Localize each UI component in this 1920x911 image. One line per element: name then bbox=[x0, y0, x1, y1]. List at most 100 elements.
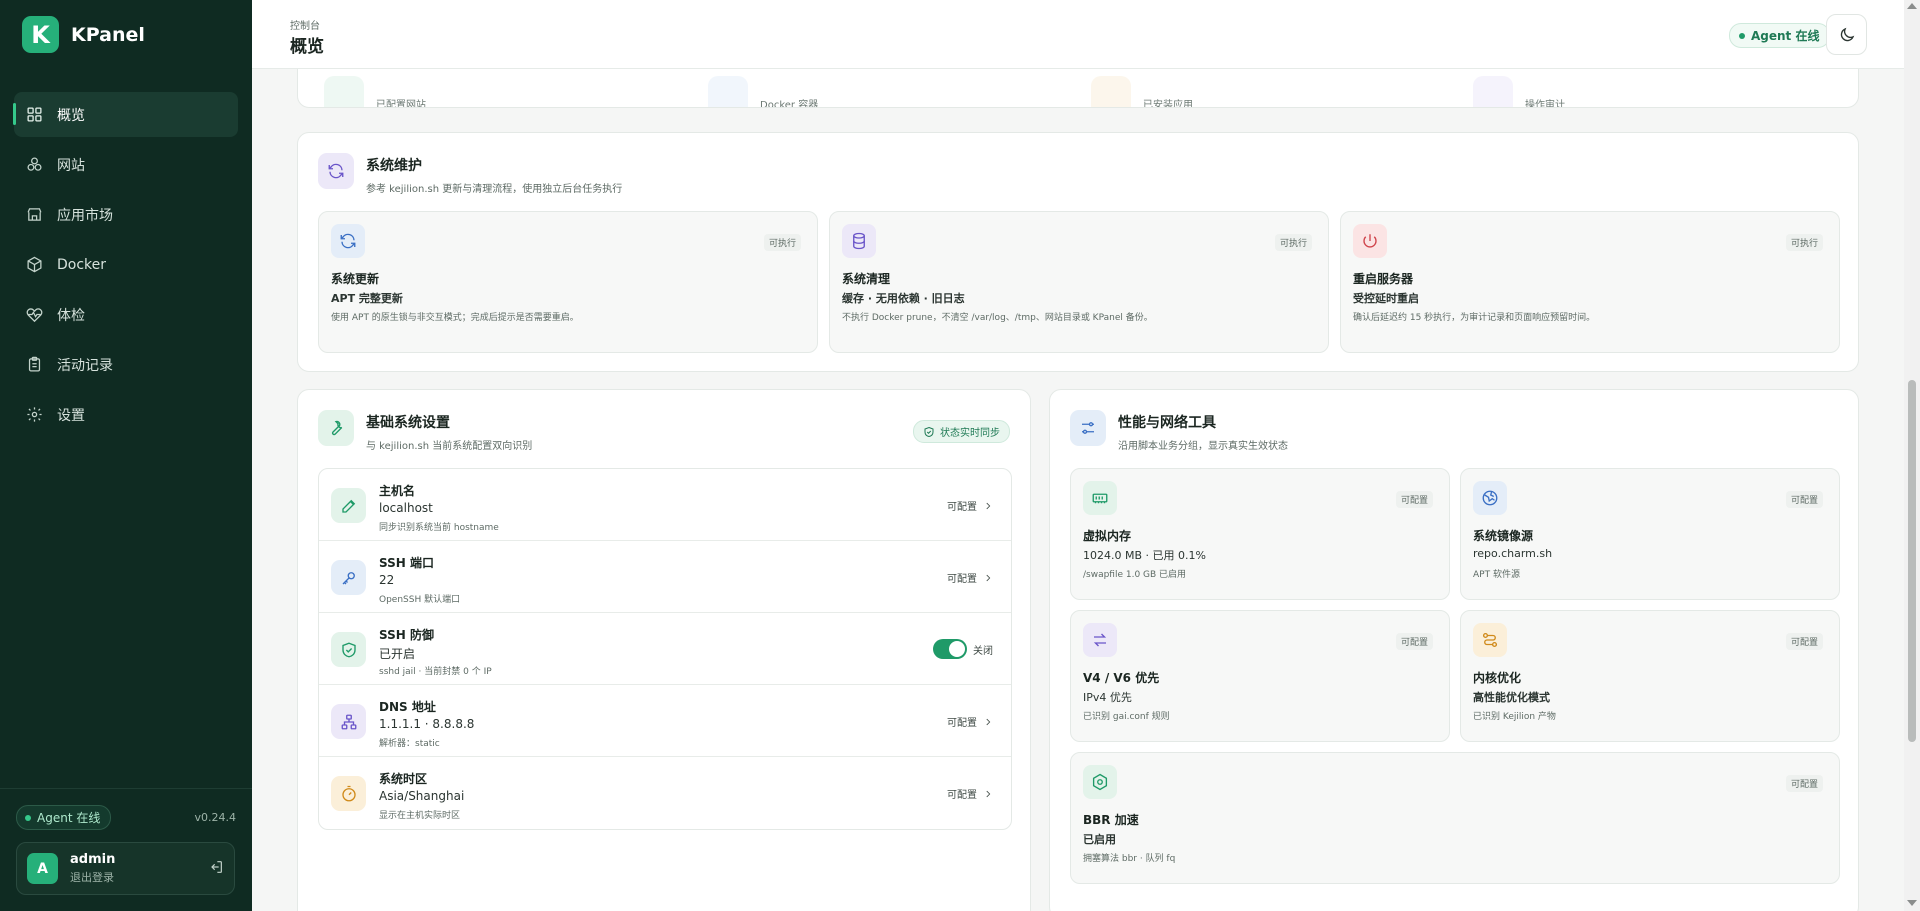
sidebar-item-label: 活动记录 bbox=[57, 357, 113, 374]
header-agent-badge: Agent 在线 bbox=[1729, 23, 1831, 48]
clipboard-icon bbox=[28, 356, 41, 372]
timer-icon bbox=[331, 776, 366, 811]
heart-pulse-icon bbox=[26, 308, 43, 323]
tile-title: BBR 加速 bbox=[1083, 813, 1139, 827]
breadcrumb[interactable]: 控制台 bbox=[290, 17, 320, 32]
globe-network-icon bbox=[1473, 481, 1507, 515]
kernel-tuning-tile[interactable]: 可配置 内核优化 高性能优化模式 已识别 Kejilion 产物 bbox=[1460, 610, 1840, 742]
tile-title: 内核优化 bbox=[1473, 671, 1522, 685]
wrench-icon bbox=[318, 410, 354, 446]
brand-name: KPanel bbox=[71, 23, 145, 46]
status-dot-icon bbox=[25, 814, 31, 821]
tile-value: repo.charm.sh bbox=[1473, 547, 1553, 560]
tile-value: 已启用 bbox=[1083, 833, 1116, 846]
configure-label: 可配置 bbox=[947, 502, 977, 513]
setting-row-timezone[interactable]: 系统时区 Asia/Shanghai 显示在主机实际时区 可配置 bbox=[319, 757, 1011, 829]
sync-status-badge: 状态实时同步 bbox=[913, 420, 1010, 443]
ssh-defense-toggle[interactable] bbox=[933, 639, 967, 659]
setting-description: 显示在主机实际时区 bbox=[379, 811, 461, 821]
setting-value: localhost bbox=[379, 501, 433, 515]
bbr-tile[interactable]: 可配置 BBR 加速 已启用 拥塞算法 bbr · 队列 fq bbox=[1070, 752, 1840, 884]
mirror-source-tile[interactable]: 可配置 系统镜像源 repo.charm.sh APT 软件源 bbox=[1460, 468, 1840, 600]
hexagon-icon bbox=[1083, 765, 1117, 799]
sidebar-item-overview[interactable]: 概览 bbox=[13, 92, 238, 137]
globe-icon bbox=[324, 76, 364, 107]
status-badge: 可执行 bbox=[1785, 234, 1823, 251]
sidebar-item-docker[interactable]: Docker bbox=[14, 242, 238, 287]
clipboard-icon bbox=[1473, 76, 1513, 107]
tile-description: 拥塞算法 bbr · 队列 fq bbox=[1083, 854, 1176, 864]
setting-row-ssh-port[interactable]: SSH 端口 22 OpenSSH 默认端口 可配置 bbox=[319, 541, 1011, 613]
top-header: 控制台 概览 Agent 在线 bbox=[252, 0, 1920, 69]
theme-toggle-button[interactable] bbox=[1826, 14, 1867, 55]
system-update-tile[interactable]: 可执行 系统更新 APT 完整更新 使用 APT 的原生锁与非交互模式；完成后提… bbox=[318, 211, 818, 353]
setting-row-hostname[interactable]: 主机名 localhost 同步识别系统当前 hostname 可配置 bbox=[319, 469, 1011, 541]
setting-label: DNS 地址 bbox=[379, 700, 436, 714]
stat-label: 已配置网站 bbox=[376, 99, 426, 108]
sidebar-item-app-market[interactable]: 应用市场 bbox=[14, 192, 238, 237]
perf-network-card: 性能与网络工具 沿用脚本业务分组，显示真实生效状态 可配置 虚拟内存 1024.… bbox=[1049, 389, 1859, 911]
ip-priority-tile[interactable]: 可配置 V4 / V6 优先 IPv4 优先 已识别 gai.conf 规则 bbox=[1070, 610, 1450, 742]
database-icon bbox=[842, 224, 876, 258]
swap-arrows-icon bbox=[1083, 623, 1117, 657]
scroll-down-icon[interactable] bbox=[1907, 900, 1917, 906]
pencil-icon bbox=[331, 488, 366, 523]
setting-label: 系统时区 bbox=[379, 772, 428, 786]
tile-title: V4 / V6 优先 bbox=[1083, 671, 1160, 685]
tile-title: 虚拟内存 bbox=[1083, 529, 1132, 543]
status-badge: 可配置 bbox=[1785, 491, 1823, 508]
stat-audit[interactable]: 操作审计 bbox=[1473, 76, 1565, 107]
tile-value: 缓存 · 无用依赖 · 旧日志 bbox=[842, 292, 965, 305]
refresh-icon bbox=[318, 153, 354, 189]
agent-status-text: Agent 在线 bbox=[37, 811, 101, 825]
stat-websites[interactable]: 已配置网站 bbox=[324, 76, 426, 108]
system-clean-tile[interactable]: 可执行 系统清理 缓存 · 无用依赖 · 旧日志 不执行 Docker prun… bbox=[829, 211, 1329, 353]
user-name: admin bbox=[70, 852, 116, 867]
sidebar-item-label: 网站 bbox=[57, 157, 85, 174]
shield-check-icon bbox=[331, 632, 366, 667]
tile-description: 使用 APT 的原生锁与非交互模式；完成后提示是否需要重启。 bbox=[331, 313, 579, 323]
brand-logo: K bbox=[22, 16, 59, 53]
chevron-right-icon bbox=[986, 502, 991, 509]
configure-button[interactable]: 可配置 bbox=[947, 570, 993, 585]
stat-apps[interactable]: 已安装应用 bbox=[1091, 76, 1193, 107]
sidebar-item-health[interactable]: 体检 bbox=[14, 292, 238, 337]
sidebar-item-label: 设置 bbox=[57, 407, 85, 424]
user-card: A admin 退出登录 bbox=[16, 842, 235, 895]
store-icon bbox=[1091, 76, 1131, 107]
reboot-server-tile[interactable]: 可执行 重启服务器 受控延时重启 确认后延迟约 15 秒执行，为审计记录和页面响… bbox=[1340, 211, 1840, 353]
swap-memory-tile[interactable]: 可配置 虚拟内存 1024.0 MB · 已用 0.1% /swapfile 1… bbox=[1070, 468, 1450, 600]
configure-button[interactable]: 可配置 bbox=[947, 498, 993, 513]
section-title: 基础系统设置 bbox=[366, 415, 450, 431]
logout-button[interactable] bbox=[208, 859, 224, 879]
sidebar-nav: 概览 网站 应用市场 Docker 体检 活动记录 设置 bbox=[13, 92, 238, 442]
stat-containers[interactable]: Docker 容器 bbox=[708, 76, 818, 107]
section-title: 性能与网络工具 bbox=[1118, 415, 1216, 431]
status-badge: 可配置 bbox=[1785, 775, 1823, 792]
tile-description: 已识别 Kejilion 产物 bbox=[1473, 712, 1556, 722]
configure-label: 可配置 bbox=[947, 790, 977, 801]
sidebar-item-label: 应用市场 bbox=[57, 207, 113, 224]
gear-icon bbox=[27, 407, 42, 422]
power-icon bbox=[1353, 224, 1387, 258]
sidebar-item-settings[interactable]: 设置 bbox=[14, 392, 238, 437]
settings-list: 主机名 localhost 同步识别系统当前 hostname 可配置 SSH … bbox=[318, 468, 1012, 830]
avatar: A bbox=[27, 853, 58, 884]
scroll-up-icon[interactable] bbox=[1907, 3, 1917, 9]
cube-icon bbox=[708, 76, 748, 107]
sidebar-item-activity[interactable]: 活动记录 bbox=[14, 342, 238, 387]
globe-icon bbox=[27, 157, 42, 171]
sidebar-item-websites[interactable]: 网站 bbox=[14, 142, 238, 187]
setting-description: OpenSSH 默认端口 bbox=[379, 595, 461, 605]
refresh-icon bbox=[331, 224, 365, 258]
brand[interactable]: K KPanel bbox=[22, 16, 145, 53]
tile-title: 系统镜像源 bbox=[1473, 529, 1534, 543]
logout-label[interactable]: 退出登录 bbox=[70, 869, 196, 885]
tile-title: 系统清理 bbox=[842, 272, 891, 286]
setting-row-dns[interactable]: DNS 地址 1.1.1.1 · 8.8.8.8 解析器：static 可配置 bbox=[319, 685, 1011, 757]
configure-button[interactable]: 可配置 bbox=[947, 714, 993, 729]
configure-button[interactable]: 可配置 bbox=[947, 786, 993, 801]
tile-value: 高性能优化模式 bbox=[1473, 691, 1550, 704]
setting-value: 22 bbox=[379, 573, 395, 587]
scrollbar-thumb[interactable] bbox=[1908, 380, 1916, 742]
